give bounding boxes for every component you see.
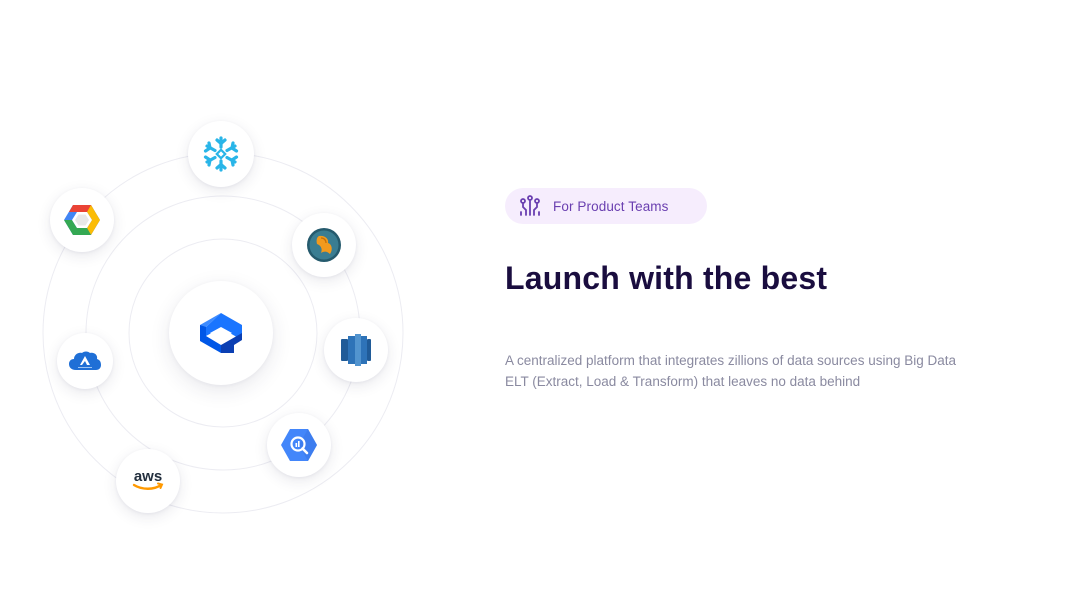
redshift-icon — [340, 333, 372, 367]
feature-section: For Product Teams Launch with the best A… — [505, 188, 985, 392]
redshift-node — [324, 318, 388, 382]
snowflake-node — [188, 121, 254, 187]
page-title: Launch with the best — [505, 260, 828, 296]
team-nodes-icon — [518, 194, 542, 218]
bigquery-node — [267, 413, 331, 477]
audience-badge-label: For Product Teams — [553, 198, 669, 214]
mysql-icon — [306, 227, 342, 263]
audience-badge: For Product Teams — [505, 188, 707, 224]
integrations-orbit: aws — [0, 0, 480, 597]
bigquery-icon — [280, 428, 318, 462]
google-cloud-icon — [63, 203, 101, 237]
platform-logo-icon — [198, 311, 244, 355]
google-cloud-node — [50, 188, 114, 252]
aws-node: aws — [116, 449, 180, 513]
aws-logo-text: aws — [134, 468, 162, 485]
platform-hub — [169, 281, 273, 385]
azure-cloud-icon — [68, 350, 102, 372]
azure-node — [57, 333, 113, 389]
aws-icon: aws — [129, 468, 167, 494]
snowflake-icon — [202, 135, 240, 173]
page-description: A centralized platform that integrates z… — [505, 353, 956, 389]
mysql-node — [292, 213, 356, 277]
